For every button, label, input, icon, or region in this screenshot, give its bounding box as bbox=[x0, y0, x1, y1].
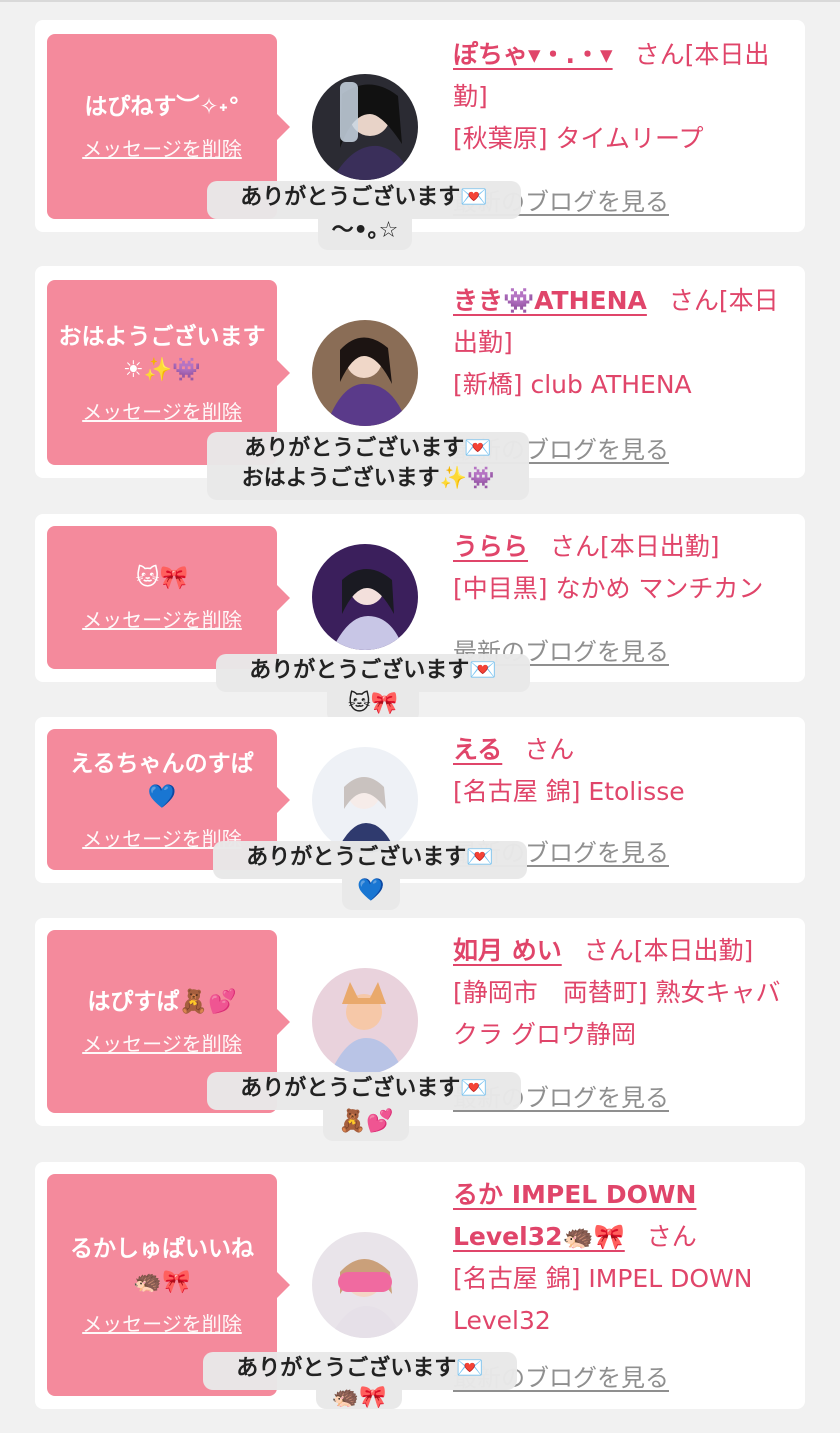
cast-info: うらら さん[本日出勤] [中目黒] なかめ マンチカン bbox=[453, 526, 787, 610]
delete-message-link[interactable]: メッセージを削除 bbox=[82, 607, 242, 633]
cast-info: 如月 めい さん[本日出勤] [静岡市 両替町] 熟女キャバクラ グロウ静岡 bbox=[453, 930, 787, 1056]
message-text: はぴすぱ🧸💕 bbox=[87, 989, 237, 1015]
san-label: さん bbox=[583, 936, 634, 965]
message-text: るかしゅぱいいね🦔🎀 bbox=[70, 1236, 254, 1295]
favorite-card: えるちゃんのすぱ💙 メッセージを削除 える さん [名古屋 錦] Etolisse… bbox=[35, 717, 805, 910]
delete-message-link[interactable]: メッセージを削除 bbox=[82, 1311, 242, 1337]
message-tooltip: ありがとうございます💌 bbox=[207, 1072, 521, 1110]
cast-info: るか IMPEL DOWN Level32🦔🎀 さん [名古屋 錦] IMPEL … bbox=[453, 1174, 787, 1342]
avatar[interactable] bbox=[312, 320, 418, 426]
tooltip-line-2: 〜•｡☆ bbox=[318, 216, 412, 250]
favorite-card: 🐱🎀 メッセージを削除 うらら さん[本日出勤] [中目黒] なかめ マンチカン … bbox=[35, 514, 805, 723]
delete-message-link[interactable]: メッセージを削除 bbox=[82, 399, 242, 425]
avatar[interactable] bbox=[312, 1232, 418, 1338]
message-text: えるちゃんのすぱ💙 bbox=[70, 750, 254, 810]
cast-info: ぽちゃ▾・.・▾ さん[本日出勤] [秋葉原] タイムリープ bbox=[453, 34, 787, 160]
shop-name[interactable]: [静岡市 両替町] 熟女キャバクラ グロウ静岡 bbox=[453, 972, 787, 1056]
cast-name-link[interactable]: うらら bbox=[453, 532, 528, 561]
message-tooltip: ありがとうございます💌 おはようございます✨👾 bbox=[207, 432, 529, 500]
tooltip-line-1: ありがとうございます💌 bbox=[240, 1076, 488, 1101]
shop-name[interactable]: [名古屋 錦] IMPEL DOWN Level32 bbox=[453, 1258, 787, 1342]
san-label: さん bbox=[668, 286, 719, 315]
tooltip-line-1: ありがとうございます💌 bbox=[236, 1356, 484, 1381]
avatar[interactable] bbox=[312, 968, 418, 1074]
message-text: おはようございます☀︎✨👾 bbox=[58, 323, 266, 383]
delete-message-link[interactable]: メッセージを削除 bbox=[82, 136, 242, 162]
tooltip-line-1: ありがとうございます💌 bbox=[249, 658, 497, 683]
avatar[interactable] bbox=[312, 74, 418, 180]
favorite-card: はぴすぱ🧸💕 メッセージを削除 如月 めい さん[本日出勤] [静岡市 両替町] … bbox=[35, 918, 805, 1141]
shop-name[interactable]: [新橋] club ATHENA bbox=[453, 364, 787, 406]
avatar[interactable] bbox=[312, 544, 418, 650]
shop-name[interactable]: [秋葉原] タイムリープ bbox=[453, 118, 787, 160]
san-label: さん bbox=[646, 1222, 697, 1251]
tooltip-line-1: ありがとうございます💌 bbox=[240, 185, 488, 210]
san-label: さん bbox=[524, 735, 575, 764]
delete-message-link[interactable]: メッセージを削除 bbox=[82, 1031, 242, 1057]
favorite-card: るかしゅぱいいね🦔🎀 メッセージを削除 るか IMPEL DOWN Level3… bbox=[35, 1162, 805, 1409]
message-text: はぴねす︶✧˖° bbox=[84, 94, 240, 120]
message-bubble: 🐱🎀 メッセージを削除 bbox=[47, 526, 290, 669]
tooltip-line-2: 💙 bbox=[342, 876, 400, 910]
attendance-status: [本日出勤] bbox=[600, 532, 720, 561]
message-tooltip: ありがとうございます💌 bbox=[216, 654, 530, 692]
avatar[interactable] bbox=[312, 747, 418, 853]
attendance-status: [本日出勤] bbox=[633, 936, 754, 965]
tooltip-line-2: 🦔🎀 bbox=[316, 1387, 402, 1409]
cast-name-link[interactable]: きき👾ATHENA bbox=[453, 286, 647, 315]
cast-name-link[interactable]: ぽちゃ▾・.・▾ bbox=[453, 40, 613, 69]
cast-name-link[interactable]: える bbox=[453, 735, 502, 764]
shop-name[interactable]: [中目黒] なかめ マンチカン bbox=[453, 568, 787, 610]
san-label: さん bbox=[634, 40, 685, 69]
cast-info: きき👾ATHENA さん[本日出勤] [新橋] club ATHENA bbox=[453, 280, 787, 406]
tooltip-line-2: おはようございます✨👾 bbox=[241, 466, 495, 491]
tooltip-line-2: 🧸💕 bbox=[323, 1107, 409, 1141]
message-text: 🐱🎀 bbox=[135, 565, 189, 591]
shop-name[interactable]: [名古屋 錦] Etolisse bbox=[453, 771, 787, 813]
tooltip-line-1: ありがとうございます💌 bbox=[244, 436, 492, 461]
favorite-card: おはようございます☀︎✨👾 メッセージを削除 きき👾ATHENA さん[本日出勤]… bbox=[35, 266, 805, 500]
favorite-card: はぴねす︶✧˖° メッセージを削除 ぽちゃ▾・.・▾ さん[本日出勤] [秋葉原]… bbox=[35, 20, 805, 250]
message-tooltip: ありがとうございます💌 bbox=[207, 181, 521, 219]
message-tooltip: ありがとうございます💌 bbox=[213, 841, 527, 879]
san-label: さん bbox=[550, 532, 601, 561]
tooltip-line-1: ありがとうございます💌 bbox=[246, 845, 494, 870]
cast-info: える さん [名古屋 錦] Etolisse bbox=[453, 729, 787, 813]
cast-name-link[interactable]: 如月 めい bbox=[453, 936, 562, 965]
